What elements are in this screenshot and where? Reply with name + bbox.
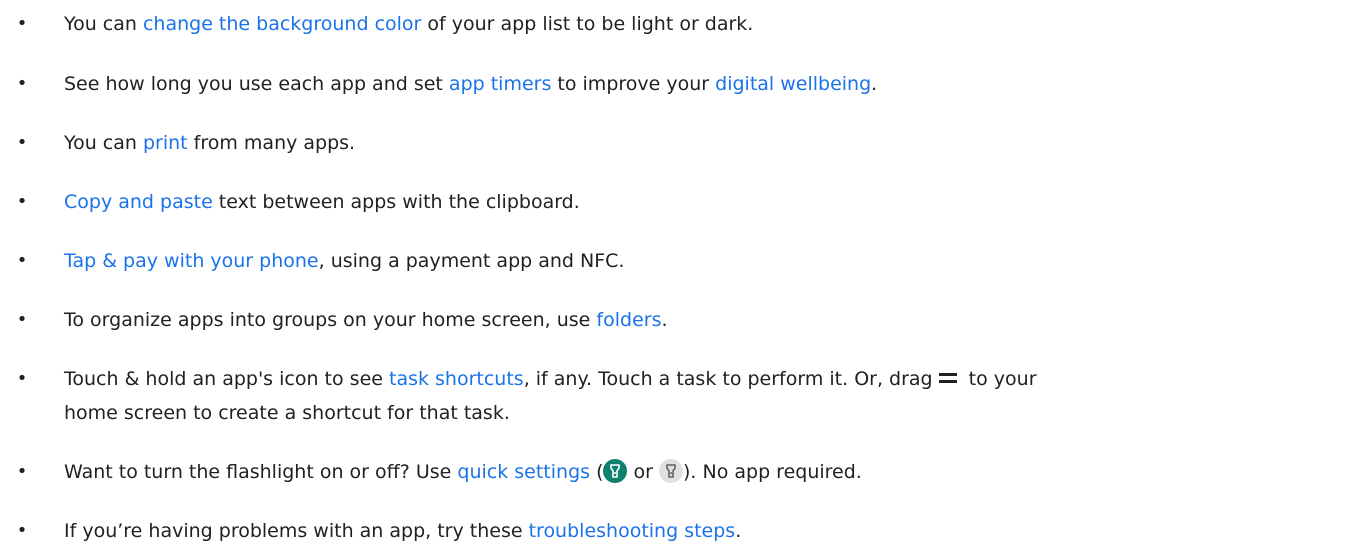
tip-tap-pay: • Tap & pay with your phone, using a pay… xyxy=(17,244,1344,278)
tip-text: You can xyxy=(64,132,143,154)
link-quick-settings[interactable]: quick settings xyxy=(457,461,590,483)
bullet: • xyxy=(16,13,28,34)
tip-text: , if any. Touch a task to perform it. Or… xyxy=(523,368,933,390)
tip-copy-paste: • Copy and paste text between apps with … xyxy=(17,185,1344,219)
link-task-shortcuts[interactable]: task shortcuts xyxy=(389,368,524,390)
tip-text: home screen to create a shortcut for tha… xyxy=(64,402,510,424)
tip-text: ). No app required. xyxy=(683,461,862,483)
tip-text: ( xyxy=(590,461,604,483)
tip-app-timers: • See how long you use each app and set … xyxy=(17,67,1344,101)
tip-text: , using a payment app and NFC. xyxy=(318,250,625,272)
bullet: • xyxy=(16,250,28,271)
link-digital-wellbeing[interactable]: digital wellbeing xyxy=(715,73,871,95)
bullet: • xyxy=(16,368,28,389)
tip-text: text between apps with the clipboard. xyxy=(212,191,580,213)
tip-text: You can xyxy=(64,13,143,35)
bullet: • xyxy=(16,132,28,153)
tip-background-color: • You can change the background color of… xyxy=(17,7,1344,41)
tip-text: See how long you use each app and set xyxy=(64,73,449,95)
bullet: • xyxy=(16,73,28,94)
link-tap-and-pay[interactable]: Tap & pay with your phone xyxy=(64,250,319,272)
tip-text: . xyxy=(871,73,878,95)
tip-text: of your app list to be light or dark. xyxy=(421,13,754,35)
tip-print: • You can print from many apps. xyxy=(17,126,1344,160)
tip-text: to improve your xyxy=(551,73,716,95)
tip-text: Touch & hold an app's icon to see xyxy=(64,368,389,390)
tip-troubleshooting: • If you’re having problems with an app,… xyxy=(17,514,1344,548)
bullet: • xyxy=(16,191,28,212)
tip-text: To organize apps into groups on your hom… xyxy=(64,309,597,331)
bullet: • xyxy=(16,461,28,482)
flashlight-on-icon xyxy=(603,458,628,483)
tip-text: from many apps. xyxy=(187,132,356,154)
tip-text: . xyxy=(661,309,668,331)
link-troubleshooting-steps[interactable]: troubleshooting steps xyxy=(529,520,736,542)
link-print[interactable]: print xyxy=(143,132,188,154)
tip-text: to your xyxy=(962,368,1037,390)
flashlight-off-icon xyxy=(659,458,683,483)
tip-text: or xyxy=(627,461,659,483)
bullet: • xyxy=(16,309,28,330)
link-folders[interactable]: folders xyxy=(596,309,661,331)
link-copy-and-paste[interactable]: Copy and paste xyxy=(64,191,213,213)
tip-folders: • To organize apps into groups on your h… xyxy=(17,303,1344,337)
drag-handle-icon xyxy=(938,372,957,383)
tip-text: . xyxy=(735,520,742,542)
tip-text: If you’re having problems with an app, t… xyxy=(64,520,529,542)
bullet: • xyxy=(16,520,28,541)
tip-task-shortcuts: • Touch & hold an app's icon to see task… xyxy=(17,362,1344,430)
tip-flashlight: • Want to turn the flashlight on or off?… xyxy=(17,455,1344,489)
link-app-timers[interactable]: app timers xyxy=(449,73,551,95)
tip-text: Want to turn the flashlight on or off? U… xyxy=(64,461,458,483)
link-change-background-color[interactable]: change the background color xyxy=(143,13,421,35)
